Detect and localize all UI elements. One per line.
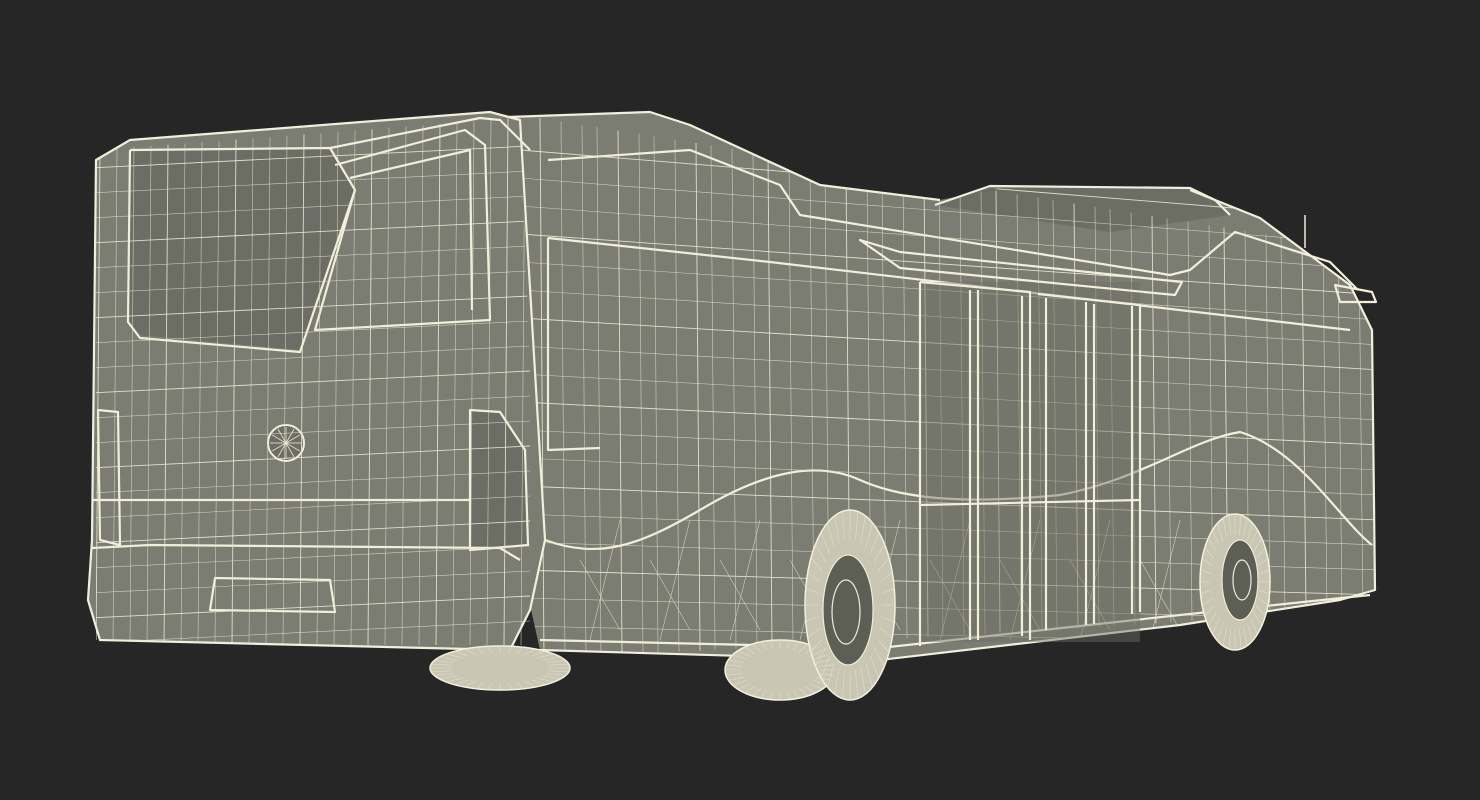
bus-wireframe-render	[86, 110, 1378, 701]
render-viewport	[0, 0, 1480, 800]
bus-rear-panel	[86, 110, 547, 652]
